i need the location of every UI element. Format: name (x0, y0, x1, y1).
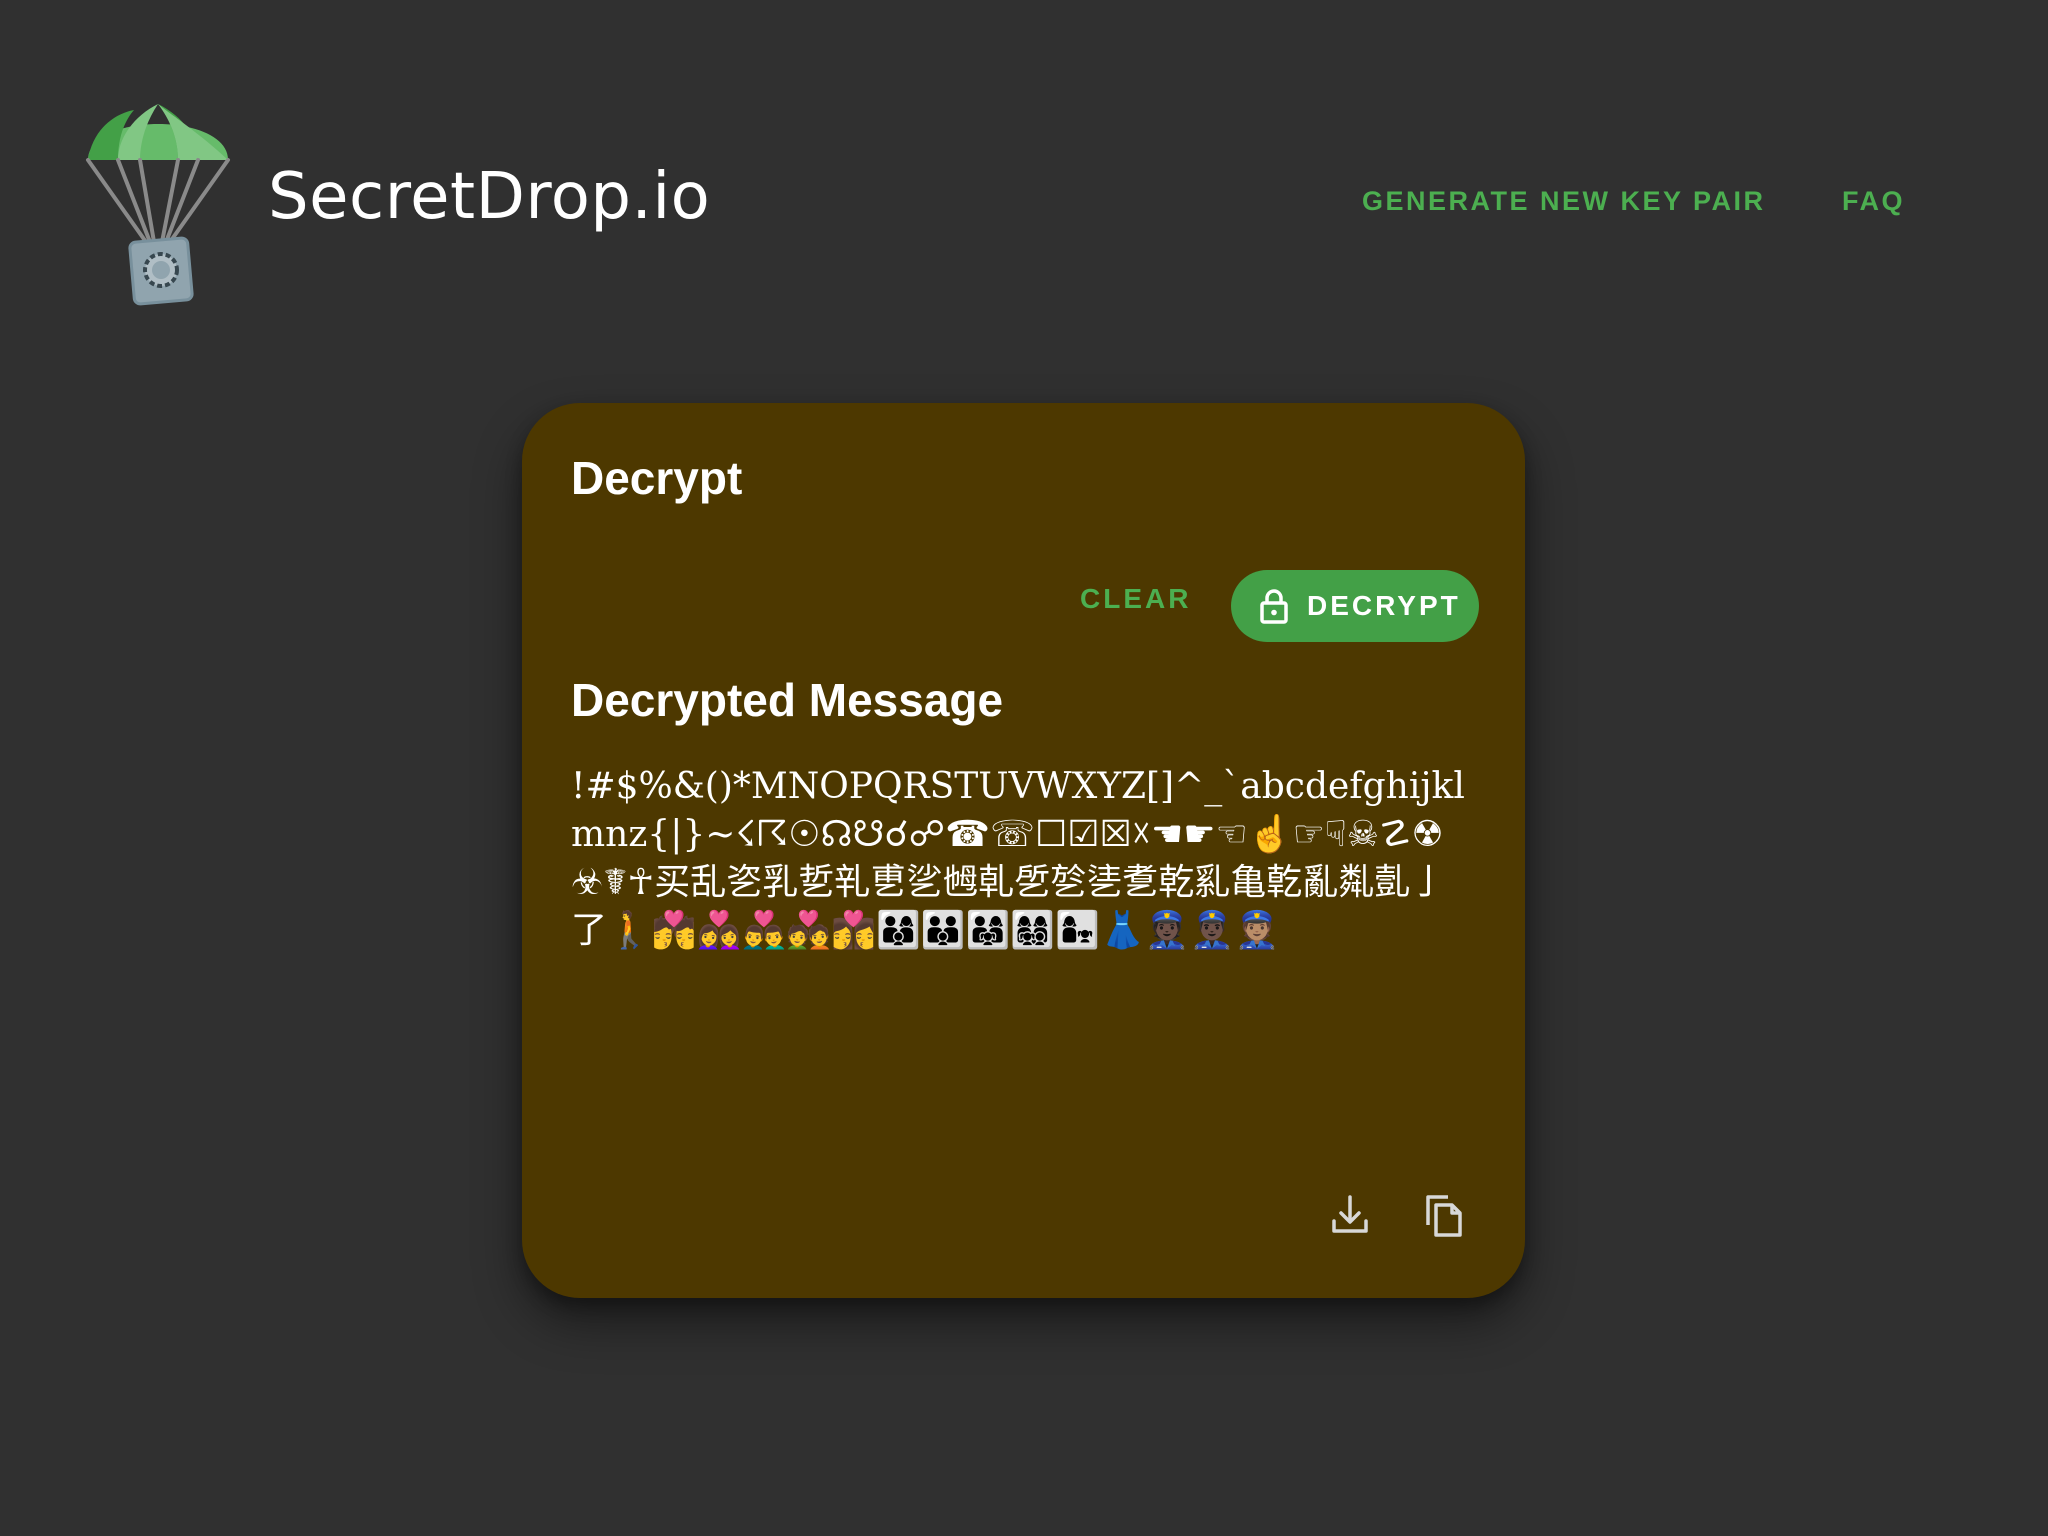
faq-link[interactable]: FAQ (1842, 186, 1905, 217)
decrypt-card: Decrypt CLEAR DECRYPT Decrypted Message … (522, 403, 1525, 1298)
card-title: Decrypt (571, 452, 743, 504)
page: SecretDrop.io GENERATE NEW KEY PAIR FAQ … (0, 0, 2048, 1536)
clear-button[interactable]: CLEAR (1080, 583, 1191, 615)
copy-icon[interactable] (1420, 1191, 1468, 1239)
decrypt-button-label: DECRYPT (1307, 590, 1461, 621)
parachute-safe-icon[interactable] (82, 92, 234, 314)
generate-key-pair-link[interactable]: GENERATE NEW KEY PAIR (1362, 186, 1766, 217)
decrypted-message-text[interactable]: !#$%&()*MNOPQRSTUVWXYZ[]^_`abcdefghijklm… (571, 763, 1471, 955)
lock-icon (1259, 588, 1289, 624)
brand-title[interactable]: SecretDrop.io (268, 160, 710, 234)
decrypt-button[interactable]: DECRYPT (1231, 570, 1479, 642)
download-icon[interactable] (1326, 1191, 1374, 1239)
decrypted-message-title: Decrypted Message (571, 674, 1004, 726)
